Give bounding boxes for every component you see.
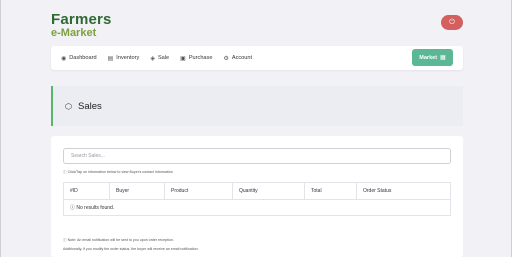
status-note: Additionally, if you modify the order st… bbox=[63, 247, 199, 251]
page-banner: ⬡ Sales bbox=[51, 86, 463, 126]
sales-card: ⓘ Click/Tap on information below to view… bbox=[51, 136, 463, 257]
column-header-quantity[interactable]: Quantity bbox=[233, 183, 305, 199]
column-header-order-status[interactable]: Order Status bbox=[357, 183, 450, 199]
purchase-icon: ▣ bbox=[180, 55, 186, 62]
logo-text-farmers: Farmers bbox=[51, 11, 112, 28]
hint-text: ⓘ Click/Tap on information below to view… bbox=[63, 170, 173, 174]
no-results-text: ⓘ No results found. bbox=[70, 205, 115, 211]
nav-item-label: Account bbox=[231, 55, 253, 61]
logo[interactable]: Farmers e-Market bbox=[51, 12, 112, 39]
dashboard-icon: ◉ bbox=[61, 55, 67, 62]
nav-item-purchase[interactable]: ▣ Purchase bbox=[180, 55, 212, 62]
nav-item-label: Dashboard bbox=[69, 55, 97, 61]
page-title: Sales bbox=[77, 100, 102, 112]
table-empty-row: ⓘ No results found. bbox=[64, 200, 450, 215]
nav-item-sale[interactable]: ◈ Sale bbox=[150, 55, 169, 62]
search-input[interactable] bbox=[63, 148, 451, 164]
nav-item-dashboard[interactable]: ◉ Dashboard bbox=[61, 55, 97, 62]
header: Farmers e-Market ⏻ ◉ Dashboard ▤ Invento… bbox=[1, 0, 511, 78]
store-icon: ▦ bbox=[440, 55, 446, 61]
market-button[interactable]: Market ▦ bbox=[412, 49, 453, 66]
sale-icon: ◈ bbox=[150, 55, 155, 62]
nav-item-label: Purchase bbox=[188, 55, 213, 61]
market-button-label: Market bbox=[419, 54, 438, 61]
email-note: ⓘ Note: An email notification will be se… bbox=[63, 238, 174, 242]
column-header-buyer[interactable]: Buyer bbox=[110, 183, 165, 199]
power-icon: ⏻ bbox=[449, 18, 455, 26]
nav-item-label: Inventory bbox=[116, 55, 140, 61]
box-icon: ⬡ bbox=[65, 101, 72, 111]
logo-text-emarket: e-Market bbox=[51, 27, 97, 39]
column-header-total[interactable]: Total bbox=[305, 183, 357, 199]
navbar: ◉ Dashboard ▤ Inventory ◈ Sale ▣ Purchas… bbox=[51, 46, 463, 70]
logout-button[interactable]: ⏻ bbox=[441, 15, 463, 30]
nav-item-account[interactable]: ⚙ Account bbox=[223, 55, 252, 62]
inventory-icon: ▤ bbox=[107, 55, 114, 62]
nav-item-inventory[interactable]: ▤ Inventory bbox=[108, 55, 140, 62]
sales-table: #ID Buyer Product Quantity Total Order S… bbox=[63, 182, 451, 216]
table-header-row: #ID Buyer Product Quantity Total Order S… bbox=[64, 183, 450, 200]
column-header-id[interactable]: #ID bbox=[64, 183, 110, 199]
account-icon: ⚙ bbox=[223, 55, 229, 62]
column-header-product[interactable]: Product bbox=[165, 183, 233, 199]
nav-item-label: Sale bbox=[157, 55, 170, 61]
